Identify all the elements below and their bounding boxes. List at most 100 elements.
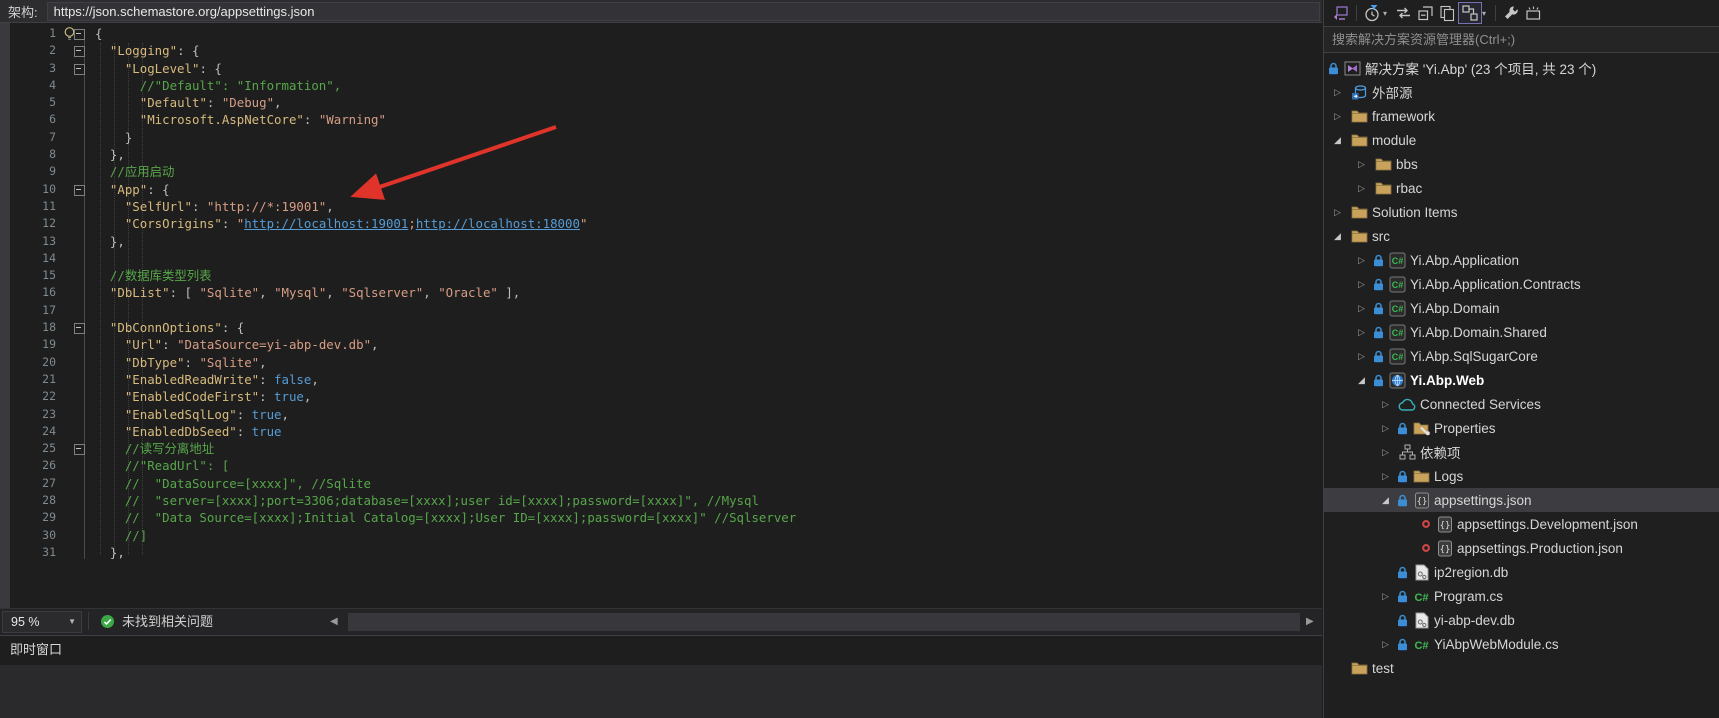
tree-item-program.cs[interactable]: ▷C#Program.cs bbox=[1324, 584, 1719, 608]
expander-open-icon[interactable]: ◢ bbox=[1382, 495, 1397, 506]
schema-url-combobox[interactable]: https://json.schemastore.org/appsettings… bbox=[47, 2, 1320, 21]
collapse-all-icon[interactable] bbox=[1414, 3, 1436, 23]
tree-item-connected-services[interactable]: ▷Connected Services bbox=[1324, 392, 1719, 416]
tree-item-appsettings.production.json[interactable]: {}appsettings.Production.json bbox=[1324, 536, 1719, 560]
chevron-down-icon[interactable]: ▾ bbox=[1482, 9, 1491, 18]
expander-collapsed-icon[interactable]: ▷ bbox=[1382, 591, 1397, 602]
code-hyperlink[interactable]: http://localhost:19001 bbox=[244, 216, 408, 231]
tree-item-yi.abp.sqlsugarcore[interactable]: ▷C#Yi.Abp.SqlSugarCore bbox=[1324, 344, 1719, 368]
code-token bbox=[95, 43, 110, 58]
line-number: 6 bbox=[0, 111, 56, 128]
expander-collapsed-icon[interactable]: ▷ bbox=[1358, 255, 1373, 266]
tree-item-yiabpwebmodule.cs[interactable]: ▷C#YiAbpWebModule.cs bbox=[1324, 632, 1719, 656]
glyph-margin bbox=[56, 111, 80, 128]
csfile-icon: C# bbox=[1411, 588, 1432, 605]
tree-item-依赖项[interactable]: ▷依赖项 bbox=[1324, 440, 1719, 464]
line-number: 24 bbox=[0, 423, 56, 440]
code-text: //"ReadUrl": [ bbox=[95, 457, 229, 474]
line-number: 13 bbox=[0, 233, 56, 250]
chevron-down-icon[interactable]: ▾ bbox=[1383, 9, 1392, 18]
fold-collapse-icon[interactable] bbox=[74, 29, 85, 40]
fold-collapse-icon[interactable] bbox=[74, 444, 85, 455]
tree-item-appsettings.development.json[interactable]: {}appsettings.Development.json bbox=[1324, 512, 1719, 536]
tree-item-解决方案-yi.abp-23-个项目-共-23-个-[interactable]: 解决方案 'Yi.Abp' (23 个项目, 共 23 个) bbox=[1324, 56, 1719, 80]
glyph-margin bbox=[56, 215, 80, 232]
pending-changes-filter-icon[interactable] bbox=[1361, 3, 1383, 23]
glyph-margin bbox=[56, 527, 80, 544]
tree-item-yi.abp.web[interactable]: ◢Yi.Abp.Web bbox=[1324, 368, 1719, 392]
solution-explorer-search-input[interactable] bbox=[1324, 26, 1719, 53]
show-all-files-icon[interactable] bbox=[1436, 3, 1458, 23]
tree-item-properties[interactable]: ▷Properties bbox=[1324, 416, 1719, 440]
tree-item-yi-abp-dev.db[interactable]: yi-abp-dev.db bbox=[1324, 608, 1719, 632]
tree-item-label: Solution Items bbox=[1372, 205, 1458, 220]
line-number: 12 bbox=[0, 215, 56, 232]
tree-item-yi.abp.domain[interactable]: ▷C#Yi.Abp.Domain bbox=[1324, 296, 1719, 320]
glyph-margin bbox=[56, 371, 80, 388]
tree-item-src[interactable]: ◢src bbox=[1324, 224, 1719, 248]
code-token: : { bbox=[147, 182, 169, 197]
expander-collapsed-icon[interactable]: ▷ bbox=[1382, 471, 1397, 482]
switch-views-icon[interactable] bbox=[1330, 3, 1352, 23]
code-text: //应用启动 bbox=[95, 163, 174, 180]
tree-item-test[interactable]: test bbox=[1324, 656, 1719, 680]
tree-item-rbac[interactable]: ▷rbac bbox=[1324, 176, 1719, 200]
folder-icon bbox=[1349, 133, 1370, 147]
expander-collapsed-icon[interactable]: ▷ bbox=[1382, 423, 1397, 434]
fold-collapse-icon[interactable] bbox=[74, 185, 85, 196]
expander-collapsed-icon[interactable]: ▷ bbox=[1358, 279, 1373, 290]
expander-collapsed-icon[interactable]: ▷ bbox=[1358, 303, 1373, 314]
tree-item-yi.abp.application.contracts[interactable]: ▷C#Yi.Abp.Application.Contracts bbox=[1324, 272, 1719, 296]
fold-margin bbox=[80, 457, 95, 474]
glyph-margin bbox=[56, 129, 80, 146]
code-line: 10 "App": { bbox=[0, 181, 1322, 198]
tree-item-module[interactable]: ◢module bbox=[1324, 128, 1719, 152]
properties-wrench-icon[interactable] bbox=[1500, 3, 1522, 23]
folder-icon bbox=[1349, 205, 1370, 219]
immediate-window: 即时窗口 bbox=[0, 636, 1322, 718]
expander-collapsed-icon[interactable]: ▷ bbox=[1358, 351, 1373, 362]
expander-open-icon[interactable]: ◢ bbox=[1334, 135, 1349, 146]
immediate-window-content[interactable] bbox=[0, 665, 1322, 718]
tree-item-yi.abp.application[interactable]: ▷C#Yi.Abp.Application bbox=[1324, 248, 1719, 272]
expander-collapsed-icon[interactable]: ▷ bbox=[1382, 639, 1397, 650]
code-hyperlink[interactable]: http://localhost:18000 bbox=[416, 216, 580, 231]
sync-with-active-document-icon[interactable] bbox=[1458, 2, 1482, 24]
scroll-right-icon[interactable]: ▶ bbox=[1306, 609, 1314, 635]
tree-item-label: appsettings.Production.json bbox=[1457, 541, 1623, 556]
code-editor[interactable]: 1{2 "Logging": {3 "LogLevel": {4 //"Defa… bbox=[0, 23, 1322, 608]
tree-item-外部源[interactable]: ▷外部源 bbox=[1324, 80, 1719, 104]
tree-item-bbs[interactable]: ▷bbs bbox=[1324, 152, 1719, 176]
preview-selected-items-icon[interactable] bbox=[1522, 3, 1544, 23]
sync-icon[interactable] bbox=[1392, 3, 1414, 23]
tree-item-solution-items[interactable]: ▷ Solution Items bbox=[1324, 200, 1719, 224]
tree-item-yi.abp.domain.shared[interactable]: ▷C#Yi.Abp.Domain.Shared bbox=[1324, 320, 1719, 344]
code-text: "Microsoft.AspNetCore": "Warning" bbox=[95, 111, 386, 128]
lock-icon bbox=[1397, 566, 1411, 579]
fold-collapse-icon[interactable] bbox=[74, 46, 85, 57]
tree-item-ip2region.db[interactable]: ip2region.db bbox=[1324, 560, 1719, 584]
tree-item-logs[interactable]: ▷Logs bbox=[1324, 464, 1719, 488]
code-token bbox=[95, 389, 125, 404]
expander-open-icon[interactable]: ◢ bbox=[1358, 375, 1373, 386]
expander-collapsed-icon[interactable]: ▷ bbox=[1382, 399, 1397, 410]
expander-collapsed-icon[interactable]: ▷ bbox=[1358, 159, 1373, 170]
fold-collapse-icon[interactable] bbox=[74, 64, 85, 75]
expander-collapsed-icon[interactable]: ▷ bbox=[1358, 183, 1373, 194]
tree-item-appsettings.json[interactable]: ◢{}appsettings.json bbox=[1324, 488, 1719, 512]
immediate-window-title[interactable]: 即时窗口 bbox=[0, 636, 1322, 664]
code-token bbox=[95, 182, 110, 197]
expander-collapsed-icon[interactable]: ▷ bbox=[1334, 111, 1349, 122]
expander-collapsed-icon[interactable]: ▷ bbox=[1334, 207, 1349, 218]
horizontal-scrollbar-thumb[interactable] bbox=[348, 613, 1300, 631]
expander-collapsed-icon[interactable]: ▷ bbox=[1382, 447, 1397, 458]
zoom-level-combobox[interactable]: 95 % ▼ bbox=[2, 611, 82, 633]
fold-margin bbox=[80, 163, 95, 180]
fold-collapse-icon[interactable] bbox=[74, 323, 85, 334]
tree-item-label: appsettings.Development.json bbox=[1457, 517, 1638, 532]
expander-collapsed-icon[interactable]: ▷ bbox=[1358, 327, 1373, 338]
scroll-left-icon[interactable]: ◀ bbox=[330, 609, 338, 635]
expander-open-icon[interactable]: ◢ bbox=[1334, 231, 1349, 242]
expander-collapsed-icon[interactable]: ▷ bbox=[1334, 87, 1349, 98]
tree-item-framework[interactable]: ▷framework bbox=[1324, 104, 1719, 128]
